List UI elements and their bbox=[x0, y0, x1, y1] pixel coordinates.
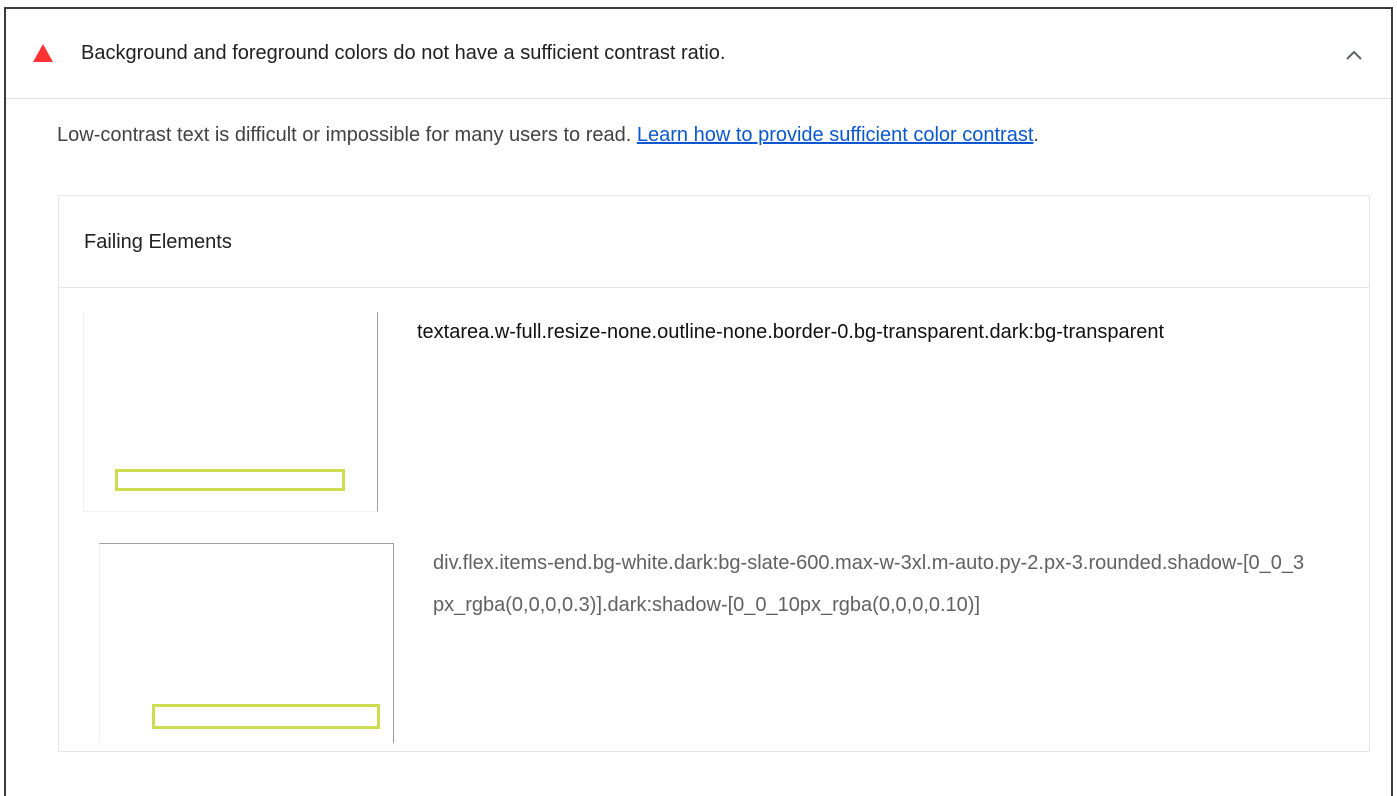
chevron-up-icon[interactable] bbox=[1345, 49, 1363, 61]
element-screenshot-thumbnail[interactable] bbox=[99, 543, 394, 743]
failing-elements-table: Failing Elements textarea.w-full.resize-… bbox=[58, 195, 1370, 752]
table-header-label: Failing Elements bbox=[84, 231, 232, 253]
element-screenshot-thumbnail[interactable] bbox=[83, 312, 378, 512]
element-selector[interactable]: textarea.w-full.resize-none.outline-none… bbox=[417, 311, 1164, 353]
description-text: Low-contrast text is difficult or imposs… bbox=[57, 124, 637, 146]
learn-more-link[interactable]: Learn how to provide sufficient color co… bbox=[637, 124, 1034, 146]
element-highlight-box bbox=[115, 469, 345, 491]
element-highlight-box bbox=[152, 704, 380, 729]
table-header: Failing Elements bbox=[59, 196, 1369, 288]
audit-description: Low-contrast text is difficult or imposs… bbox=[57, 122, 1039, 148]
audit-header[interactable]: Background and foreground colors do not … bbox=[6, 9, 1391, 99]
audit-title: Background and foreground colors do not … bbox=[81, 42, 726, 64]
fail-triangle-icon bbox=[33, 44, 53, 62]
element-selector[interactable]: div.flex.items-end.bg-white.dark:bg-slat… bbox=[433, 542, 1313, 626]
audit-panel: Background and foreground colors do not … bbox=[4, 7, 1393, 796]
description-trailing: . bbox=[1033, 124, 1039, 146]
